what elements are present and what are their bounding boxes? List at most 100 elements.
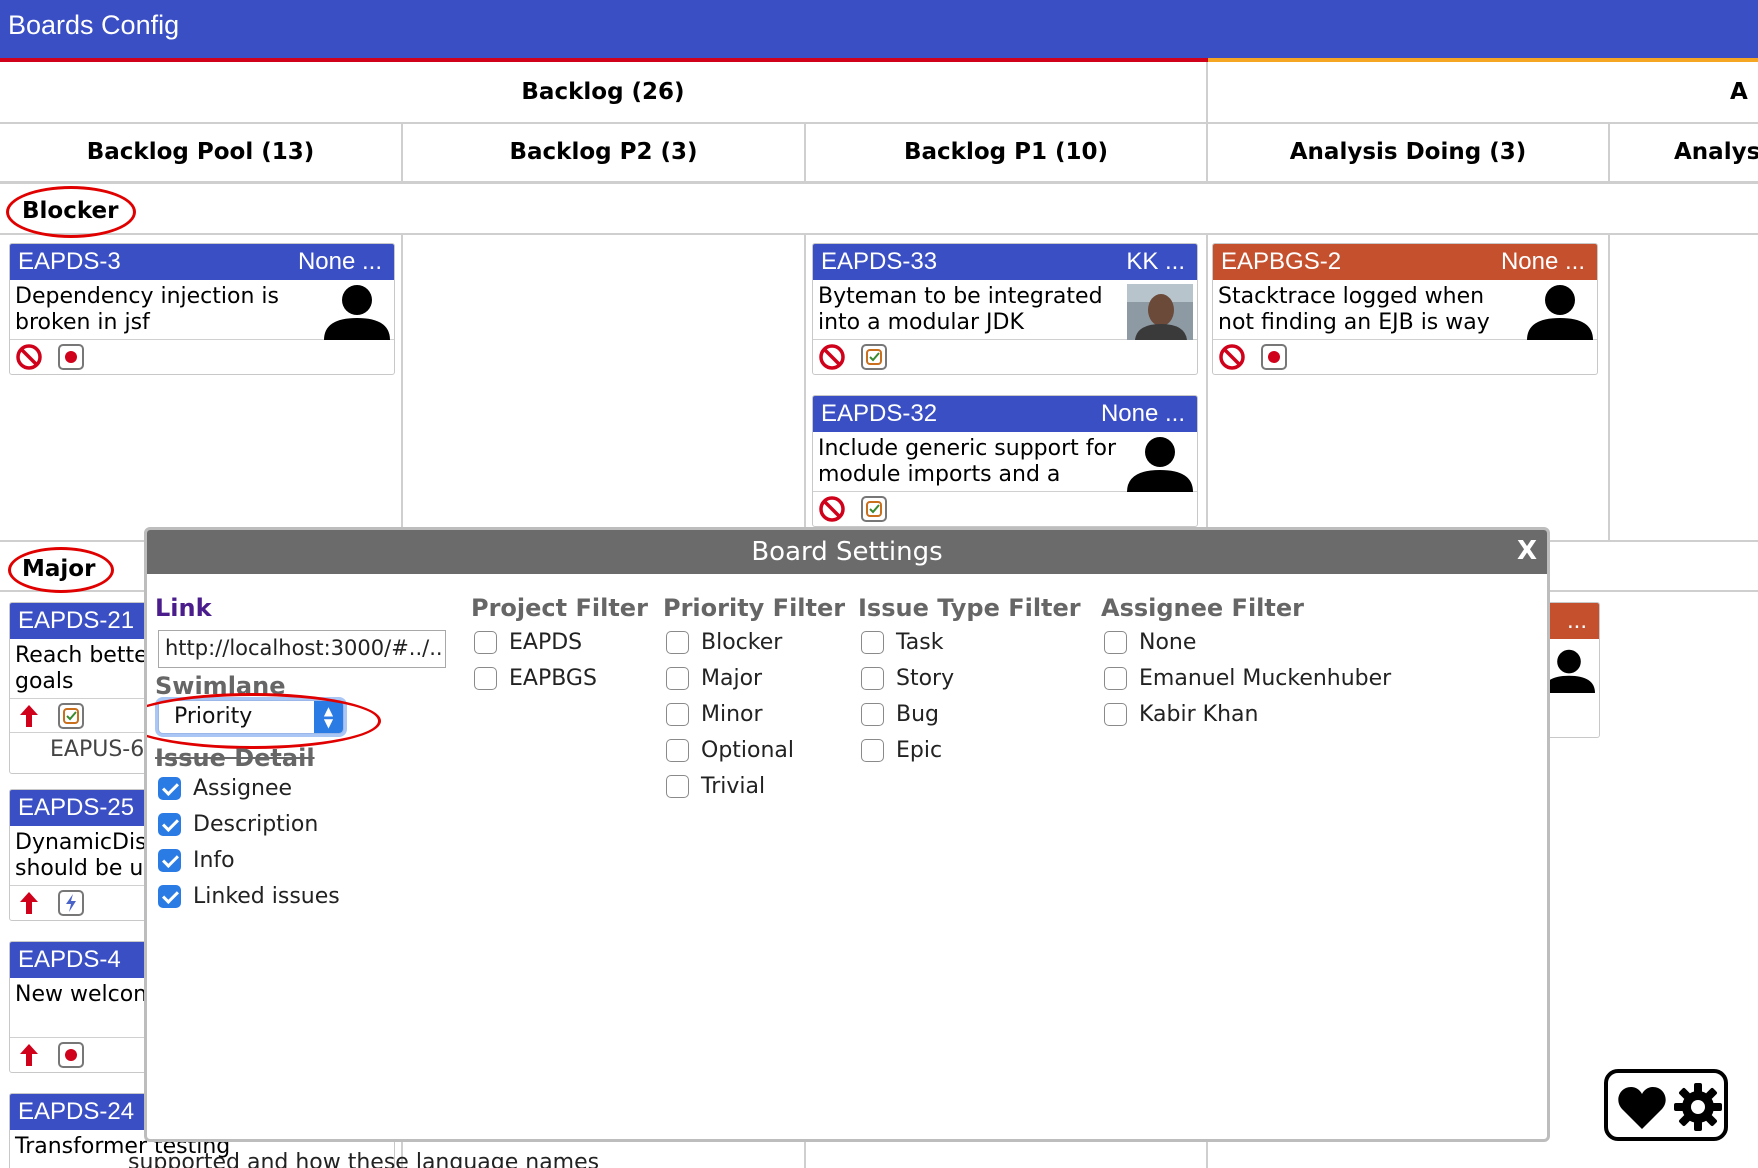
priority-filter-option-minor[interactable]: Minor	[666, 702, 763, 727]
checkbox[interactable]	[474, 667, 497, 690]
option-label: Epic	[896, 738, 943, 763]
option-label: None	[1139, 630, 1197, 655]
record-dot-icon	[1261, 344, 1287, 370]
card-assignee[interactable]: KK ...	[1126, 248, 1185, 276]
column-header-backlog-p1: Backlog P1 (10)	[903, 139, 1109, 165]
priority-filter-title: Priority Filter	[663, 594, 846, 622]
group-header-analysis: A	[1730, 79, 1748, 105]
option-label: Trivial	[701, 774, 766, 799]
option-label: Assignee	[193, 776, 293, 801]
priority-filter-option-major[interactable]: Major	[666, 666, 762, 691]
card-assignee[interactable]: ...	[1567, 607, 1587, 635]
checkbox[interactable]	[666, 667, 689, 690]
person-silhouette-icon	[1527, 285, 1593, 340]
option-label: Linked issues	[193, 884, 340, 909]
annotation-ellipse	[8, 547, 114, 593]
option-label: Major	[701, 666, 763, 691]
priority-filter-option-trivial[interactable]: Trivial	[666, 774, 765, 799]
option-label: EAPDS	[509, 630, 583, 655]
assignee-filter-option-emanuel[interactable]: Emanuel Muckenhuber	[1104, 666, 1391, 691]
option-label: EAPBGS	[509, 666, 597, 691]
issue-card-eapds-32[interactable]: EAPDS-32 None ... Include generic suppor…	[812, 395, 1198, 527]
checkbox[interactable]	[666, 703, 689, 726]
option-label: Blocker	[701, 630, 783, 655]
annotation-ellipse	[147, 693, 381, 749]
group-header-backlog: Backlog (26)	[521, 79, 685, 105]
checkbox[interactable]	[1104, 703, 1127, 726]
checkbox[interactable]	[861, 703, 884, 726]
card-summary: Include generic support for module impor…	[813, 432, 1197, 492]
column-header-backlog-p2: Backlog P2 (3)	[509, 139, 698, 165]
card-issue-id[interactable]: EAPDS-33	[821, 248, 937, 276]
checkbox[interactable]	[861, 739, 884, 762]
gear-icon[interactable]	[1674, 1083, 1722, 1131]
grid-line	[1206, 235, 1208, 540]
heart-icon[interactable]	[1618, 1087, 1666, 1129]
link-field[interactable]: http://localhost:3000/#../..	[158, 630, 446, 668]
issue-detail-option-assignee[interactable]: Assignee	[158, 776, 292, 801]
column-header-analysis-doing: Analysis Doing (3)	[1289, 139, 1527, 165]
checkbox[interactable]	[666, 739, 689, 762]
checkbox[interactable]	[861, 631, 884, 654]
issue-type-filter-option-bug[interactable]: Bug	[861, 702, 939, 727]
card-summary-line: supported and how these language names	[128, 1150, 600, 1168]
checkbox[interactable]	[474, 631, 497, 654]
card-summary: Dependency injection is broken in jsf	[10, 280, 394, 340]
issue-detail-option-description[interactable]: Description	[158, 812, 318, 837]
boards-page: Boards Config Backlog (26) A Backlog Poo…	[0, 0, 1758, 1168]
close-button[interactable]: X	[1517, 536, 1537, 566]
issue-detail-option-linked-issues[interactable]: Linked issues	[158, 884, 340, 909]
card-issue-id[interactable]: EAPDS-24	[18, 1098, 134, 1126]
project-filter-option-eapds[interactable]: EAPDS	[474, 630, 582, 655]
record-dot-icon	[58, 1042, 84, 1068]
issue-type-filter-option-story[interactable]: Story	[861, 666, 954, 691]
card-issue-id[interactable]: EAPDS-4	[18, 946, 121, 974]
card-assignee[interactable]: None ...	[1501, 248, 1585, 276]
checkbox[interactable]	[1104, 667, 1127, 690]
checkbox[interactable]	[666, 631, 689, 654]
checkbox[interactable]	[158, 777, 181, 800]
column-header-backlog-pool: Backlog Pool (13)	[86, 139, 315, 165]
no-entry-icon	[1219, 344, 1245, 370]
option-label: Emanuel Muckenhuber	[1139, 666, 1392, 691]
card-issue-id[interactable]: EAPDS-32	[821, 400, 937, 428]
card-assignee[interactable]: None ...	[298, 248, 382, 276]
link-section-title: Link	[155, 594, 212, 622]
issue-card-eapbgs-2[interactable]: EAPBGS-2 None ... Stacktrace logged when…	[1212, 243, 1598, 375]
floating-toolbar	[1604, 1069, 1728, 1141]
issue-card-eapds-3[interactable]: EAPDS-3 None ... Dependency injection is…	[9, 243, 395, 375]
card-issue-id[interactable]: EAPDS-25	[18, 794, 134, 822]
option-label: Info	[193, 848, 235, 873]
arrow-up-icon	[20, 1044, 38, 1066]
card-summary-line: Byteman to be integrated	[818, 284, 1103, 309]
checkbox[interactable]	[158, 813, 181, 836]
checkbox[interactable]	[158, 849, 181, 872]
checkbox[interactable]	[158, 885, 181, 908]
issue-card-eapds-33[interactable]: EAPDS-33 KK ... Byteman to be integrated…	[812, 243, 1198, 375]
arrow-up-icon	[20, 705, 38, 727]
card-header: EAPDS-32 None ...	[813, 396, 1197, 432]
card-assignee[interactable]: None ...	[1101, 400, 1185, 428]
card-summary-line: Dependency injection is	[15, 284, 279, 309]
option-label: Minor	[701, 702, 763, 727]
card-issue-id[interactable]: EAPBGS-2	[1221, 248, 1341, 276]
issue-type-filter-option-task[interactable]: Task	[861, 630, 943, 655]
checkbox[interactable]	[861, 667, 884, 690]
option-label: Optional	[701, 738, 795, 763]
issue-type-filter-option-epic[interactable]: Epic	[861, 738, 942, 763]
annotation-ellipse	[6, 186, 136, 238]
option-label: Description	[193, 812, 319, 837]
checkbox[interactable]	[1104, 631, 1127, 654]
priority-filter-option-blocker[interactable]: Blocker	[666, 630, 782, 655]
project-filter-option-eapbgs[interactable]: EAPBGS	[474, 666, 597, 691]
card-issue-id[interactable]: EAPDS-21	[18, 607, 134, 635]
priority-filter-option-optional[interactable]: Optional	[666, 738, 794, 763]
assignee-filter-option-none[interactable]: None	[1104, 630, 1196, 655]
checkbox[interactable]	[666, 775, 689, 798]
header-accent-orange	[1208, 58, 1758, 62]
card-footer	[813, 340, 1197, 374]
issue-detail-option-info[interactable]: Info	[158, 848, 235, 873]
board-settings-dialog: Board Settings X Link http://localhost:3…	[144, 527, 1550, 1142]
card-issue-id[interactable]: EAPDS-3	[18, 248, 121, 276]
assignee-filter-option-kabir[interactable]: Kabir Khan	[1104, 702, 1258, 727]
